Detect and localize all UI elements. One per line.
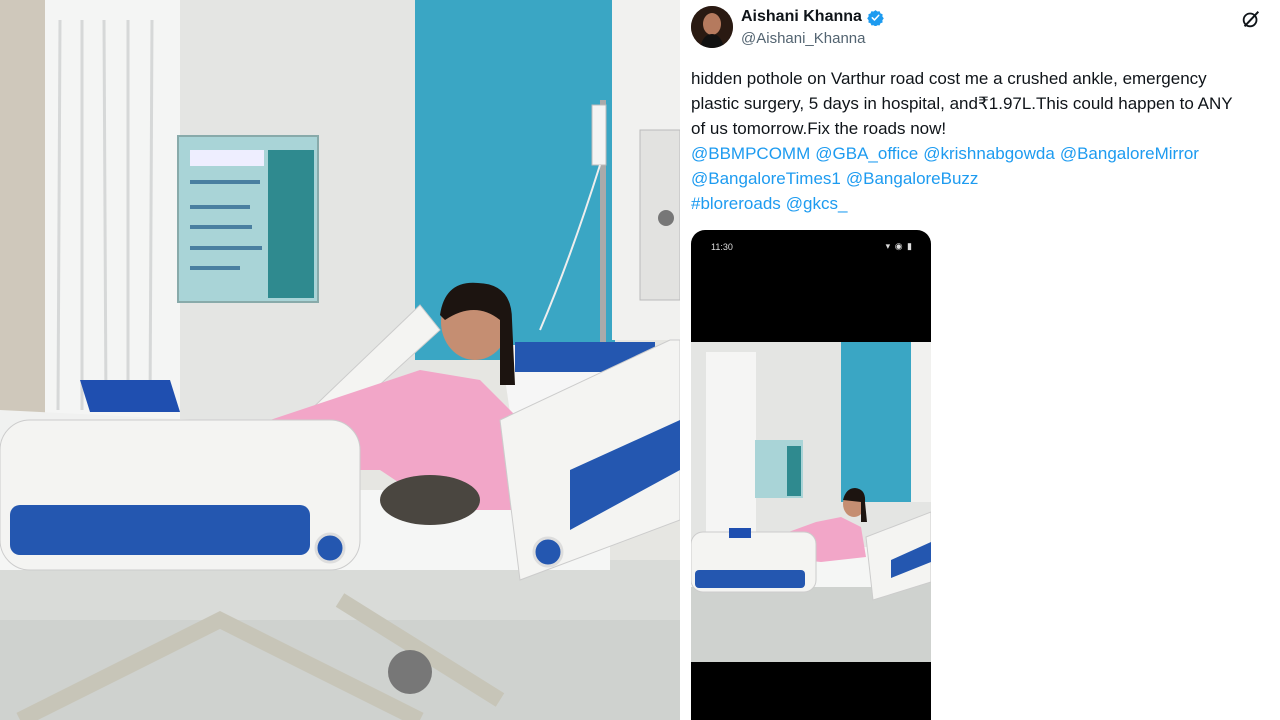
grok-icon[interactable] [1240,8,1262,30]
mention-link[interactable]: @BangaloreBuzz [846,169,979,188]
mention-link[interactable]: @GBA_office [815,144,918,163]
name-row: Aishani Khanna [741,8,884,26]
tweet-mentions: @BBMPCOMM @GBA_office @krishnabgowda @Banga… [691,141,1271,216]
attached-media[interactable]: 11:30 ▾ ◉ ▮ [691,230,931,720]
mention-link[interactable]: @BangaloreTimes1 [691,169,841,188]
phone-status-bar: 11:30 ▾ ◉ ▮ [691,230,931,260]
mention-link[interactable]: @BangaloreMirror [1060,144,1199,163]
attached-photo [691,342,931,662]
mention-link[interactable]: @krishnabgowda [923,144,1055,163]
handle[interactable]: @Aishani_Khanna [741,30,865,47]
tweet-text-line: hidden pothole on Varthur road cost me a… [691,69,1207,88]
tweet-text-line: of us tomorrow.Fix the roads now! [691,119,947,138]
phone-time: 11:30 [711,242,733,252]
hospital-photo [0,0,680,720]
tweet-text: hidden pothole on Varthur road cost me a… [691,66,1271,141]
attached-photo-illustration [691,342,931,662]
phone-status-icons: ▾ ◉ ▮ [885,241,913,251]
mention-link[interactable]: @gkcs_ [786,194,848,213]
hashtag-link[interactable]: #bloreroads [691,194,781,213]
mention-link[interactable]: @BBMPCOMM [691,144,810,163]
verified-badge-icon [867,9,884,26]
avatar[interactable] [691,6,733,48]
display-name[interactable]: Aishani Khanna [741,8,862,26]
tweet-text-line: plastic surgery, 5 days in hospital, and… [691,94,1233,113]
hospital-photo-illustration [0,0,680,720]
tweet-card: Aishani Khanna @Aishani_Khanna hidden po… [683,0,1280,720]
